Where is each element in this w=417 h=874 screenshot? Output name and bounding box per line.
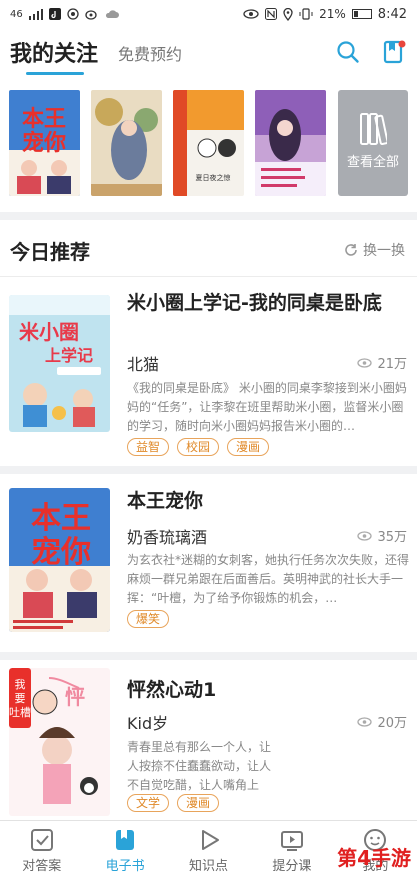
- card-divider: [0, 652, 417, 660]
- vibrate-icon: [299, 8, 313, 20]
- tag[interactable]: 文学: [127, 794, 170, 812]
- book-author: 北猫: [127, 355, 160, 374]
- svg-text:宠你: 宠你: [31, 535, 91, 570]
- book-cover[interactable]: 夏日夜之惊: [173, 90, 244, 196]
- book-description: 《我的同桌是卧底》 米小圈的同桌李黎接到米小圈妈妈的“任务”，让李黎在班里帮助米…: [127, 381, 407, 433]
- nav-ebook[interactable]: 电子书: [83, 821, 166, 874]
- header: 我的关注 免费预约: [0, 28, 417, 78]
- svg-text:夏日夜之惊: 夏日夜之惊: [196, 173, 231, 182]
- tag[interactable]: 校园: [177, 438, 220, 456]
- nav-knowledge[interactable]: 知识点: [167, 821, 250, 874]
- search-icon[interactable]: [334, 38, 362, 66]
- section-divider: [0, 212, 417, 220]
- book-title[interactable]: 本王宠你: [127, 487, 407, 516]
- svg-text:怦: 怦: [65, 685, 85, 709]
- svg-text:上学记: 上学记: [45, 346, 93, 365]
- nfc-icon: [265, 8, 278, 20]
- svg-text:我: 我: [15, 678, 26, 691]
- book-cover[interactable]: [255, 90, 326, 196]
- card-divider: [0, 466, 417, 474]
- eye-icon: [357, 357, 373, 368]
- cloud-icon: [105, 10, 119, 18]
- signal-icon: [28, 8, 43, 20]
- book-title[interactable]: 怦然心动1: [127, 676, 407, 705]
- clock: 8:42: [377, 6, 407, 22]
- svg-text:本王: 本王: [22, 107, 66, 132]
- tag-list: 爆笑: [127, 610, 170, 628]
- tag[interactable]: 漫画: [227, 438, 270, 456]
- book-cover[interactable]: 本王 宠你: [9, 488, 110, 632]
- view-count-value: 20万: [377, 716, 407, 731]
- book-description: 为玄衣社*迷糊的女刺客，她执行任务次次失败，还得麻烦一群兄弟跟在后面善后。英明神…: [127, 553, 409, 605]
- header-divider: [0, 276, 417, 277]
- tiktok-icon: [48, 8, 61, 20]
- nav-answers[interactable]: 对答案: [0, 821, 83, 874]
- refresh-label: 换一换: [363, 243, 405, 259]
- nav-courses[interactable]: 提分课: [250, 821, 333, 874]
- watermark: 第4手游: [337, 846, 411, 870]
- battery-icon: [351, 9, 372, 19]
- book-description: 青春里总有那么一个人，让人按捺不住蠢蠢欲动，让人不自觉吃醋，让人嘴角上扬……: [127, 740, 272, 792]
- eye-icon: [357, 530, 373, 541]
- svg-text:要: 要: [15, 692, 26, 705]
- book-author: Kid岁: [127, 714, 169, 733]
- view-count: 20万: [357, 712, 407, 731]
- tab-my-follow[interactable]: 我的关注: [10, 36, 98, 68]
- view-count-value: 35万: [377, 530, 407, 545]
- battery-percent: 21%: [319, 7, 346, 21]
- location-icon: [283, 7, 293, 21]
- tv-icon: [280, 831, 303, 851]
- tag[interactable]: 爆笑: [127, 610, 170, 628]
- book-author: 奶香琉璃酒: [127, 528, 208, 547]
- svg-text:米小圈: 米小圈: [19, 320, 79, 344]
- play-icon: [201, 830, 219, 850]
- book-cover[interactable]: 本王 宠你: [9, 90, 80, 196]
- nav-label: 电子书: [105, 859, 145, 874]
- ebook-icon: [116, 830, 135, 850]
- view-all-button[interactable]: 查看全部: [338, 90, 408, 196]
- tag[interactable]: 漫画: [177, 794, 220, 812]
- bookshelf-icon[interactable]: [380, 38, 408, 66]
- weibo-icon: [85, 10, 97, 20]
- book-cover[interactable]: [91, 90, 162, 196]
- answers-icon: [30, 829, 53, 851]
- books-icon: [360, 113, 387, 146]
- view-all-label: 查看全部: [346, 155, 399, 170]
- svg-text:本王: 本王: [31, 501, 91, 536]
- browser-icon: [67, 8, 79, 20]
- eye-icon: [357, 716, 373, 727]
- followed-books-shelf: 本王 宠你 夏日夜之惊 查看全部: [0, 90, 417, 200]
- tag-list: 文学 漫画: [127, 794, 220, 812]
- view-count: 21万: [357, 353, 407, 372]
- refresh-button[interactable]: 换一换: [344, 240, 405, 260]
- book-cover[interactable]: 米小圈上学记: [9, 295, 110, 432]
- nav-label: 提分课: [272, 859, 312, 874]
- book-title[interactable]: 米小圈上学记-我的同桌是卧底: [127, 289, 407, 318]
- book-cover[interactable]: 怦 我要吐槽: [9, 668, 110, 816]
- tag[interactable]: 益智: [127, 438, 170, 456]
- svg-text:宠你: 宠你: [22, 130, 66, 156]
- view-count-value: 21万: [377, 357, 407, 372]
- refresh-icon: [345, 244, 357, 256]
- signal-indicator: 46: [10, 8, 23, 20]
- nav-label: 对答案: [22, 859, 62, 874]
- svg-text:吐槽: 吐槽: [9, 706, 31, 719]
- tag-list: 益智 校园 漫画: [127, 438, 270, 456]
- tab-free-reserve[interactable]: 免费预约: [118, 41, 182, 65]
- nav-label: 知识点: [189, 859, 229, 874]
- status-bar: 46 21% 8:42: [0, 0, 417, 28]
- eye-icon: [243, 9, 259, 19]
- active-tab-indicator: [26, 72, 84, 75]
- section-title: 今日推荐: [10, 240, 90, 264]
- view-count: 35万: [357, 526, 407, 545]
